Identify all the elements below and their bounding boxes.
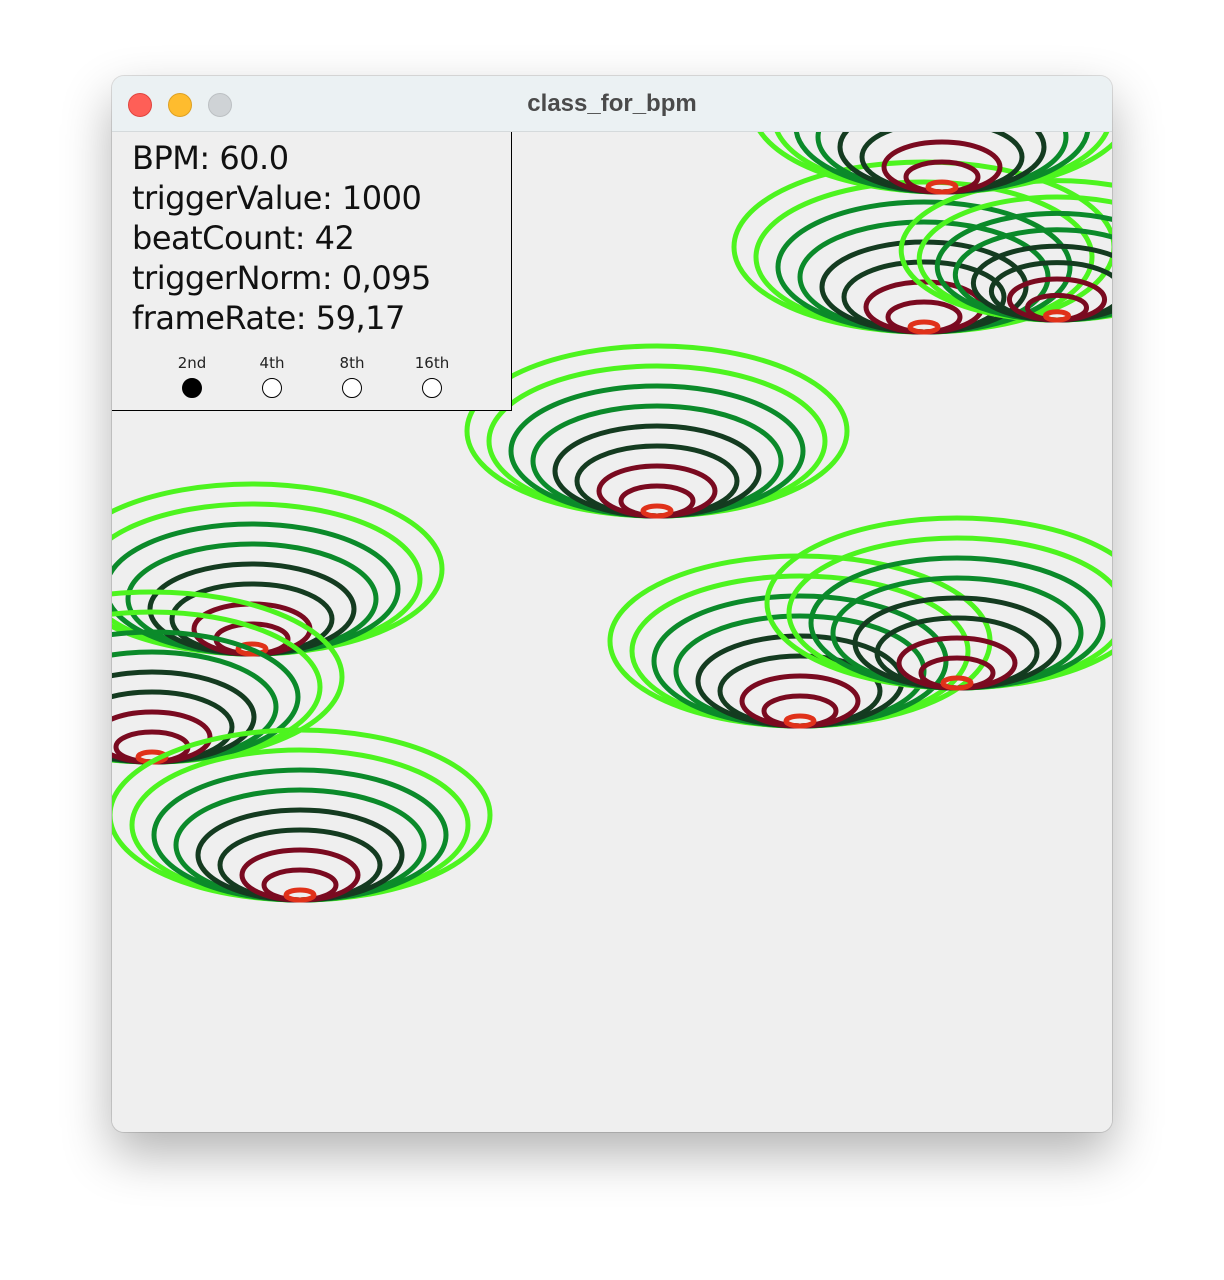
ripple-ring xyxy=(885,299,963,335)
division-option-4th[interactable]: 4th xyxy=(252,354,292,398)
ripple-ring xyxy=(1043,309,1071,323)
ripple-ring xyxy=(761,693,839,729)
info-panel: BPM: 60.0 triggerValue: 1000 beatCount: … xyxy=(112,132,512,411)
bpm-readout: BPM: 60.0 xyxy=(132,139,289,177)
division-option-2nd[interactable]: 2nd xyxy=(172,354,212,398)
beat-count-readout: beatCount: 42 xyxy=(132,219,355,257)
division-option-16th[interactable]: 16th xyxy=(412,354,452,398)
ripple-ring xyxy=(640,503,674,519)
ripple-ring xyxy=(903,159,981,195)
division-radio[interactable] xyxy=(422,378,442,398)
trigger-norm-readout: triggerNorm: 0,095 xyxy=(132,259,431,297)
division-label: 16th xyxy=(414,354,450,372)
ripple xyxy=(764,515,1112,691)
ripple-ring xyxy=(125,541,379,657)
ripple-ring xyxy=(530,403,784,519)
ripple xyxy=(112,727,493,903)
ripple-ring xyxy=(283,887,317,903)
ripple xyxy=(464,343,850,519)
division-label: 4th xyxy=(259,354,285,372)
frame-rate-readout: frameRate: 59,17 xyxy=(132,299,405,337)
division-label: 8th xyxy=(339,354,365,372)
app-window: class_for_bpm BPM: 60.0 triggerValue: 10… xyxy=(112,76,1112,1132)
ripple-ring xyxy=(925,179,959,195)
ripple-ring xyxy=(173,787,427,903)
ripple xyxy=(112,481,445,657)
division-radio[interactable] xyxy=(342,378,362,398)
trigger-value-readout: triggerValue: 1000 xyxy=(132,179,422,217)
ripple-ring xyxy=(918,655,996,691)
ripple-ring xyxy=(907,319,941,335)
ripple-ring xyxy=(261,867,339,903)
ripple-ring xyxy=(552,423,762,519)
window-title: class_for_bpm xyxy=(527,90,697,117)
ripple-ring xyxy=(113,729,191,765)
division-option-8th[interactable]: 8th xyxy=(332,354,372,398)
ripple-ring xyxy=(464,343,850,519)
division-radio[interactable] xyxy=(262,378,282,398)
ripple-ring xyxy=(195,807,405,903)
ripple-ring xyxy=(618,483,696,519)
title-bar: class_for_bpm xyxy=(112,76,1112,132)
sketch-canvas[interactable]: BPM: 60.0 triggerValue: 1000 beatCount: … xyxy=(112,132,1112,1132)
division-label: 2nd xyxy=(177,354,207,372)
ripple-ring xyxy=(783,713,817,729)
division-radio[interactable] xyxy=(182,378,202,398)
